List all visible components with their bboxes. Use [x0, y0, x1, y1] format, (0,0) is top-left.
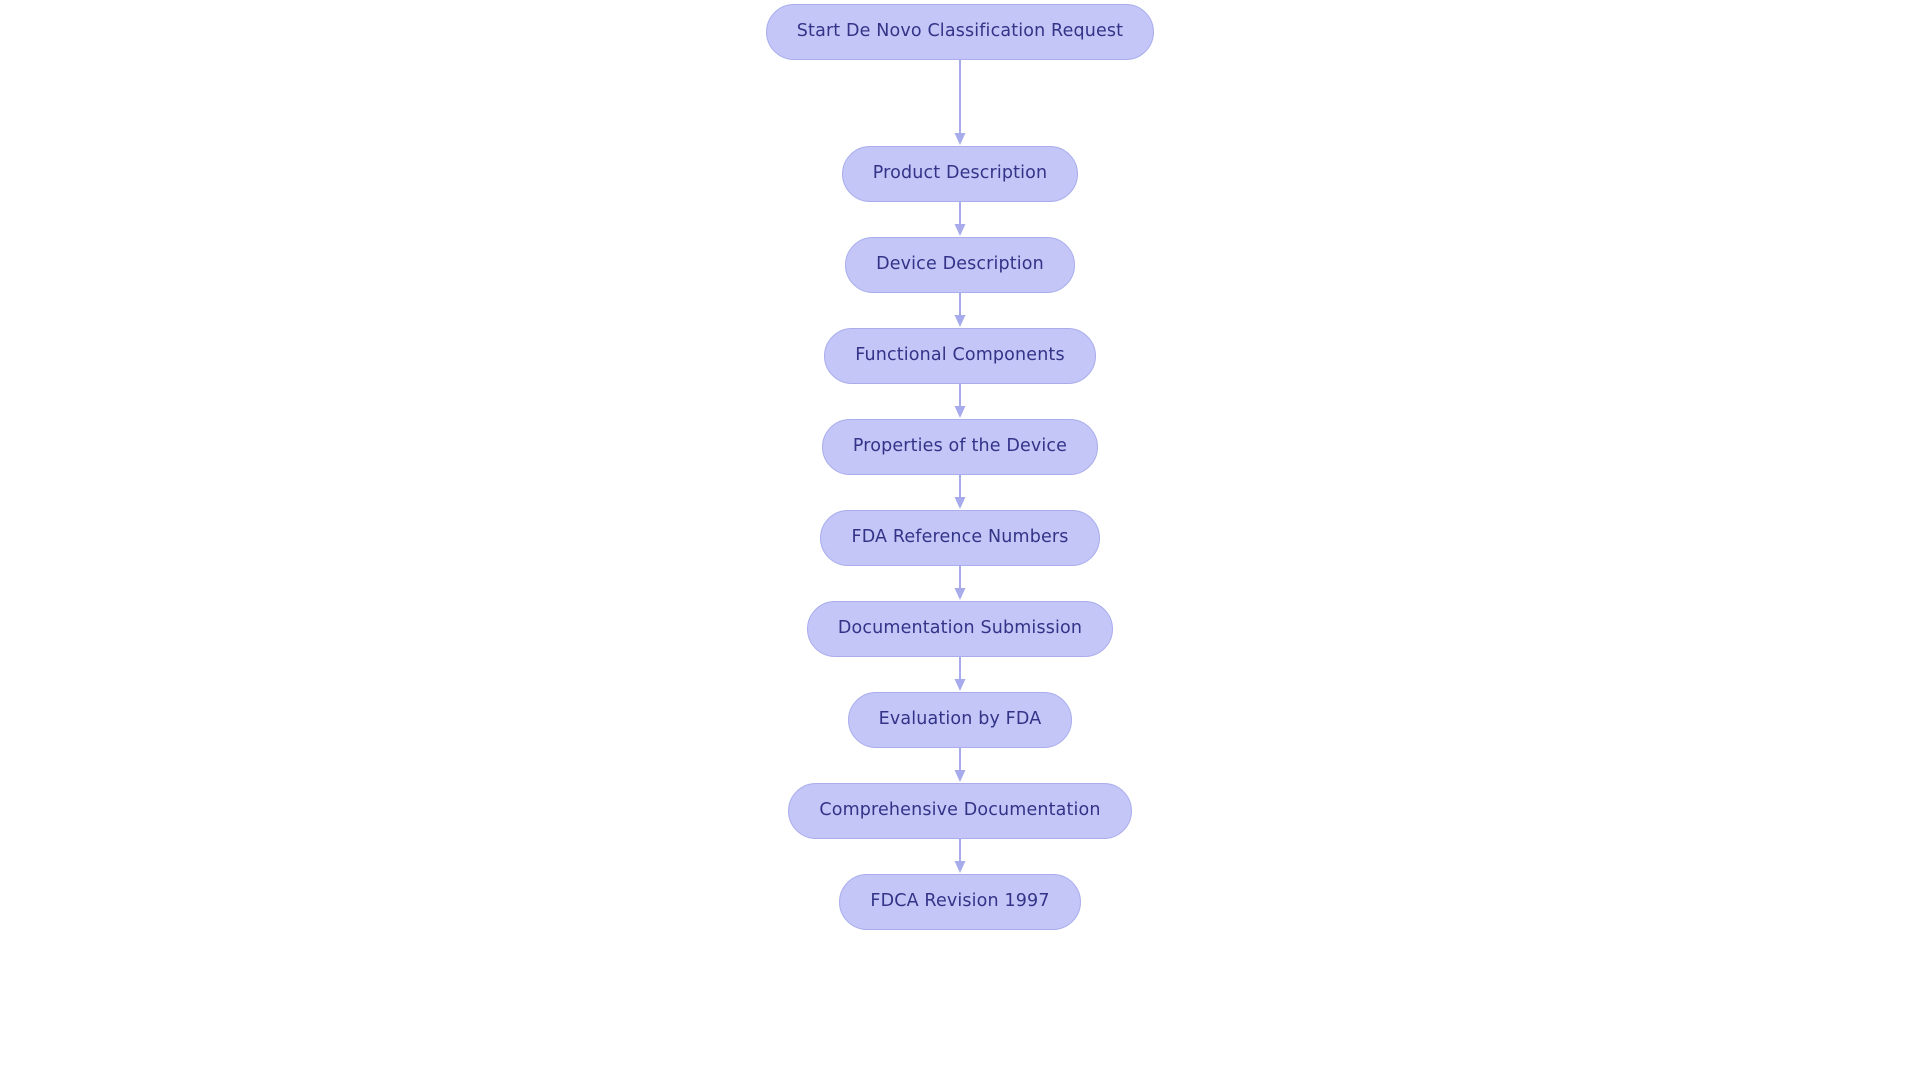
arrow-down-icon [954, 224, 966, 236]
flow-edge-n5-n6 [953, 475, 967, 510]
flow-node-label: Documentation Submission [837, 618, 1083, 639]
arrow-down-icon [954, 315, 966, 327]
flow-edge-n4-n5 [953, 384, 967, 419]
flow-node-label: Evaluation by FDA [878, 709, 1042, 730]
flowchart-node-column: Start De Novo Classification Request Pro… [0, 0, 1920, 1080]
flow-node-label: FDCA Revision 1997 [870, 891, 1050, 912]
flowchart-canvas: Start De Novo Classification Request Pro… [0, 0, 1920, 1080]
flow-node-label: Device Description [876, 254, 1044, 275]
flow-node-functional-components[interactable]: Functional Components [824, 328, 1096, 384]
flow-edge-n6-n7 [953, 566, 967, 601]
flow-node-fdca-revision-1997[interactable]: FDCA Revision 1997 [839, 874, 1081, 930]
flow-node-comprehensive-documentation[interactable]: Comprehensive Documentation [788, 783, 1132, 839]
arrow-down-icon [954, 679, 966, 691]
flow-edge-n8-n9 [953, 748, 967, 783]
arrow-down-icon [954, 133, 966, 145]
flow-node-properties-of-the-device[interactable]: Properties of the Device [821, 419, 1099, 475]
flow-edge-n7-n8 [953, 657, 967, 692]
flow-node-fda-reference-numbers[interactable]: FDA Reference Numbers [820, 510, 1100, 566]
flow-node-label: Start De Novo Classification Request [796, 21, 1124, 42]
flow-node-documentation-submission[interactable]: Documentation Submission [806, 601, 1114, 657]
flow-edge-n2-n3 [953, 202, 967, 237]
flow-edge-n9-n10 [953, 839, 967, 874]
arrow-down-icon [954, 588, 966, 600]
arrow-down-icon [954, 770, 966, 782]
flow-node-label: Product Description [872, 163, 1048, 184]
flow-node-label: Functional Components [855, 345, 1065, 366]
flow-node-label: Properties of the Device [852, 436, 1068, 457]
flow-edge-n3-n4 [953, 293, 967, 328]
arrow-down-icon [954, 406, 966, 418]
arrow-down-icon [954, 497, 966, 509]
flow-node-device-description[interactable]: Device Description [845, 237, 1075, 293]
flow-node-label: Comprehensive Documentation [819, 800, 1101, 821]
arrow-down-icon [954, 861, 966, 873]
flow-node-label: FDA Reference Numbers [851, 527, 1069, 548]
flow-node-product-description[interactable]: Product Description [841, 146, 1079, 202]
flow-node-evaluation-by-fda[interactable]: Evaluation by FDA [847, 692, 1073, 748]
flow-node-start-de-novo-classification-request[interactable]: Start De Novo Classification Request [765, 4, 1155, 60]
flow-edge-n1-n2 [953, 60, 967, 146]
